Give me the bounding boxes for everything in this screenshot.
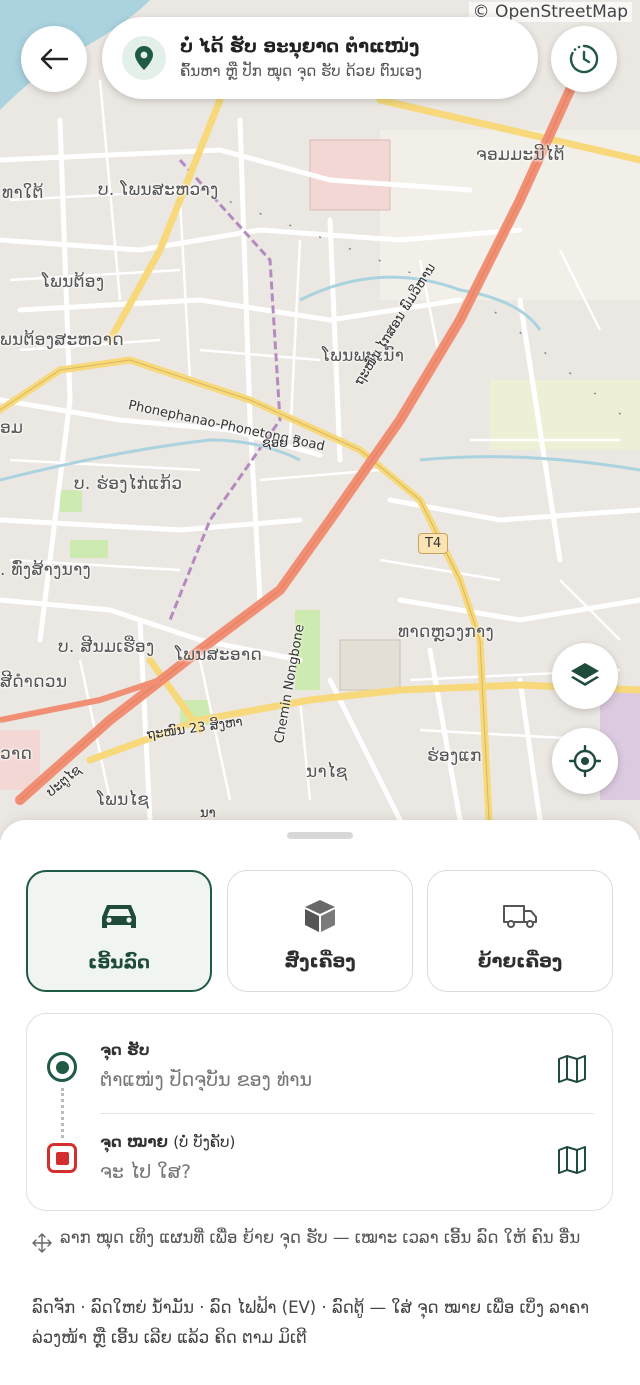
crosshair-icon <box>569 745 601 777</box>
pickup-status-subtitle: ຄົ້ນຫາ ຫຼື ປັກ ໝຸດ ຈຸດ ຮັບ ດ້ວຍ ຕົນເອງ <box>180 62 422 80</box>
truck-icon <box>503 905 537 928</box>
destination-input[interactable] <box>100 1161 540 1183</box>
history-button[interactable] <box>551 26 617 92</box>
service-ride-label: ເອີ້ນລົດ <box>87 952 150 973</box>
pickup-map-picker-button[interactable] <box>555 1052 589 1086</box>
map-place-label: ພນຕ້ອງສະຫວາດ <box>0 330 124 350</box>
map-place-label: ທາໃຕ້ <box>2 183 44 203</box>
pickup-input[interactable] <box>100 1069 540 1091</box>
recenter-location-button[interactable] <box>552 728 618 794</box>
map-place-label: . ທົ່ງສ້າງນາງ <box>0 560 92 580</box>
map-icon <box>558 1055 586 1083</box>
map-road-label: ຊອຍ 3 <box>262 436 301 451</box>
booking-bottom-sheet: ເອີ້ນລົດ ສົ່ງເຄື່ອງ ຍ້າຍເຄື່ອງ ຈຸດ ຮັບ ຕ… <box>0 820 640 1385</box>
package-icon <box>305 900 335 932</box>
vehicle-types-note: ລົດຈັກ · ລົດໃຫຍ່ ນ້ຳມັນ · ລົດ ໄຟຟ້າ (EV)… <box>32 1298 590 1347</box>
map-place-label: ໂພນສະອາດ <box>175 645 263 665</box>
map-place-label: ທາດຫຼວງກາງ <box>398 622 495 642</box>
pickup-status-title: ບໍ່ ໄດ້ ຮັບ ອະນຸຍາດ ຕຳແໜ່ງ <box>180 36 420 57</box>
map-view[interactable]: © OpenStreetMap ຈອມມະນີໄຕ້ ບ. ໂພນສະຫວາງ … <box>0 0 640 840</box>
clock-icon <box>569 44 599 74</box>
location-pin-badge <box>122 36 166 80</box>
back-button[interactable] <box>21 26 87 92</box>
map-place-label: ບ. ໂພນສະຫວາງ <box>98 180 219 200</box>
map-place-label: ສີດຳດວນ <box>0 672 68 692</box>
map-place-label: ຈອມມະນີໄຕ້ <box>476 145 565 165</box>
map-place-label: ຮ່ອງແກ <box>427 746 482 766</box>
route-connector <box>61 1088 64 1138</box>
map-icon <box>558 1146 586 1174</box>
service-delivery-tile[interactable]: ສົ່ງເຄື່ອງ <box>227 870 413 992</box>
sheet-drag-handle[interactable] <box>287 832 353 839</box>
map-place-label: ນາໄຊ <box>306 762 348 782</box>
pickup-marker-icon <box>47 1052 77 1082</box>
map-place-label: ບ. ຮ່ອງໄກ່ແກ້ວ <box>74 474 183 494</box>
service-ride-tile[interactable]: ເອີ້ນລົດ <box>26 870 212 992</box>
car-icon <box>102 905 136 928</box>
service-moving-label: ຍ້າຍເຄື່ອງ <box>477 951 563 972</box>
drag-pin-hint: ລາກ ໝຸດ ເທິງ ແຜນທີ່ ເພື່ອ ຍ້າຍ ຈຸດ ຮັບ —… <box>32 1225 592 1253</box>
map-canvas <box>0 0 640 840</box>
map-layers-button[interactable] <box>552 643 618 709</box>
destination-field-label: ຈຸດ ໝາຍ (ບໍ່ ບັງຄັບ) <box>100 1133 235 1151</box>
road-shield-t4: T4 <box>418 533 449 554</box>
arrow-left-icon <box>40 48 69 70</box>
location-pin-icon <box>135 46 153 70</box>
destination-label-text: ຈຸດ ໝາຍ <box>100 1133 168 1151</box>
route-input-card: ຈຸດ ຮັບ ຈຸດ ໝາຍ (ບໍ່ ບັງຄັບ) <box>26 1013 613 1211</box>
map-place-label: ບ. ສີນມເຮືອງ <box>58 637 155 657</box>
map-place-label: ໂພນຕ້ອງ <box>42 272 105 292</box>
destination-marker-icon <box>47 1143 77 1173</box>
route-divider <box>100 1113 594 1114</box>
layers-icon <box>571 663 599 686</box>
move-arrows-icon <box>32 1233 52 1253</box>
map-place-label: ໂພນໄຊ <box>97 790 150 810</box>
pickup-field-label: ຈຸດ ຮັບ <box>100 1041 150 1059</box>
pickup-location-search[interactable]: ບໍ່ ໄດ້ ຮັບ ອະນຸຍາດ ຕຳແໜ່ງ ຄົ້ນຫາ ຫຼື ປັ… <box>102 17 538 99</box>
destination-map-picker-button[interactable] <box>555 1143 589 1177</box>
drag-pin-hint-text: ລາກ ໝຸດ ເທິງ ແຜນທີ່ ເພື່ອ ຍ້າຍ ຈຸດ ຮັບ —… <box>60 1228 581 1247</box>
service-delivery-label: ສົ່ງເຄື່ອງ <box>284 951 356 972</box>
map-road-label: ນາ <box>200 806 216 821</box>
service-moving-tile[interactable]: ຍ້າຍເຄື່ອງ <box>427 870 613 992</box>
map-place-label: ວາດ <box>0 744 33 764</box>
destination-optional-text: (ບໍ່ ບັງຄັບ) <box>173 1133 236 1151</box>
map-place-label: ອມ <box>0 418 24 438</box>
